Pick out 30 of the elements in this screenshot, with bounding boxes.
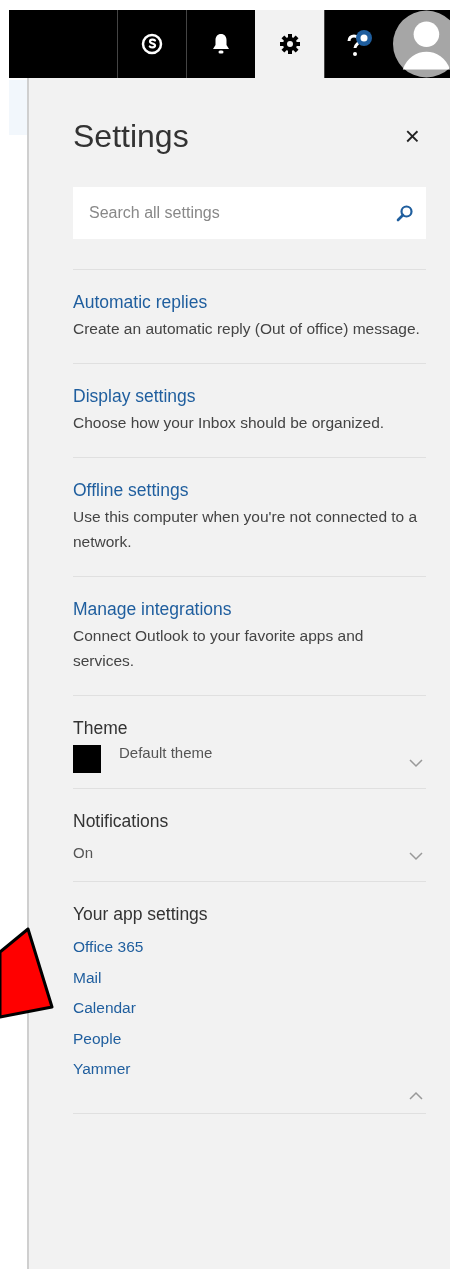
setting-value: Default theme xyxy=(118,744,214,761)
settings-icon xyxy=(279,33,301,55)
settings-link[interactable]: Manage integrations xyxy=(73,597,426,621)
bell-icon xyxy=(211,33,231,55)
app-link[interactable]: Office 365 xyxy=(73,932,426,963)
settings-link[interactable]: Automatic replies xyxy=(73,290,426,314)
setting-description: Use this computer when you're not connected to a network. xyxy=(73,507,419,552)
gear-button[interactable] xyxy=(255,10,324,78)
search-icon xyxy=(396,204,414,222)
settings-link[interactable]: Offline settings xyxy=(73,478,426,502)
app-link[interactable]: Yammer xyxy=(73,1054,426,1085)
setting-description: Connect Outlook to your favorite apps and services. xyxy=(73,626,365,671)
search-field[interactable]: Search all settings xyxy=(87,203,396,223)
chevron-icon[interactable] xyxy=(408,1090,424,1101)
app-link[interactable]: Calendar xyxy=(73,993,426,1024)
panel-title: Settings xyxy=(73,118,189,155)
app-link[interactable]: People xyxy=(73,1023,426,1054)
setting-description: Choose how your Inbox should be organized. xyxy=(73,413,386,433)
app-link[interactable]: Mail xyxy=(73,962,426,993)
skype-icon xyxy=(141,33,163,55)
setting-label: Theme xyxy=(73,717,129,740)
setting-value: On xyxy=(73,843,94,861)
close-button[interactable]: × xyxy=(398,121,426,152)
settings-link[interactable]: Display settings xyxy=(73,384,426,408)
setting-description: Create an automatic reply (Out of office) message. xyxy=(73,319,421,339)
section-heading: Your app settings xyxy=(73,903,209,926)
avatar-button[interactable] xyxy=(393,10,450,78)
dropdown-field[interactable]: Notifications On xyxy=(73,788,426,881)
setting-label: Notifications xyxy=(73,810,170,833)
dropdown-field[interactable]: Theme Default theme xyxy=(73,695,426,788)
